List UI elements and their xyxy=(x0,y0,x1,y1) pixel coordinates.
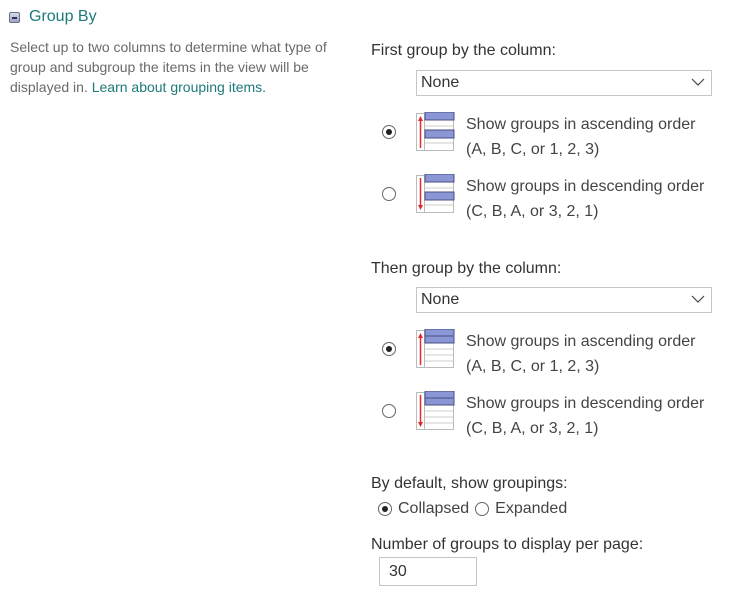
option-subtitle: (A, B, C, or 1, 2, 3) xyxy=(466,358,600,375)
chevron-down-icon xyxy=(691,78,705,86)
then-group-ascending-option[interactable]: Show groups in ascending order (A, B, C,… xyxy=(382,329,732,383)
then-group-select[interactable]: None xyxy=(416,287,712,313)
option-title: Show groups in descending order xyxy=(466,395,705,412)
first-group-ascending-option[interactable]: Show groups in ascending order (A, B, C,… xyxy=(382,112,732,166)
then-group-descending-option[interactable]: Show groups in descending order (C, B, A… xyxy=(382,391,732,445)
option-subtitle: (C, B, A, or 3, 2, 1) xyxy=(466,420,599,437)
sort-ascending-icon xyxy=(416,112,455,151)
sort-descending-icon xyxy=(416,174,455,213)
option-title: Show groups in descending order xyxy=(466,178,705,195)
then-group-descending-radio[interactable] xyxy=(382,404,396,418)
first-group-label: First group by the column: xyxy=(371,42,556,59)
sort-ascending-icon xyxy=(416,329,455,368)
collapsed-label[interactable]: Collapsed xyxy=(398,500,469,518)
group-by-section-toggle[interactable]: Group By xyxy=(9,6,97,28)
then-group-descending-text: Show groups in descending order (C, B, A… xyxy=(466,391,704,441)
first-group-select[interactable]: None xyxy=(416,70,712,96)
then-group-selected: None xyxy=(421,291,460,308)
first-group-ascending-radio[interactable] xyxy=(382,125,396,139)
option-title: Show groups in ascending order xyxy=(466,116,696,133)
first-group-selected: None xyxy=(421,74,460,91)
then-group-ascending-radio[interactable] xyxy=(382,342,396,356)
first-group-descending-option[interactable]: Show groups in descending order (C, B, A… xyxy=(382,174,732,228)
default-groupings-label: By default, show groupings: xyxy=(371,475,568,492)
expanded-label[interactable]: Expanded xyxy=(495,500,567,518)
chevron-down-icon xyxy=(691,295,705,303)
section-description: Select up to two columns to determine wh… xyxy=(10,37,355,97)
option-title: Show groups in ascending order xyxy=(466,333,696,350)
section-title: Group By xyxy=(29,8,97,25)
option-subtitle: (A, B, C, or 1, 2, 3) xyxy=(466,141,600,158)
first-group-ascending-text: Show groups in ascending order (A, B, C,… xyxy=(466,112,695,162)
expanded-radio[interactable] xyxy=(475,502,490,516)
learn-grouping-link[interactable]: Learn about grouping items. xyxy=(92,79,266,95)
option-subtitle: (C, B, A, or 3, 2, 1) xyxy=(466,203,599,220)
groups-per-page-label: Number of groups to display per page: xyxy=(371,536,644,553)
then-group-ascending-text: Show groups in ascending order (A, B, C,… xyxy=(466,329,695,379)
collapsed-radio[interactable] xyxy=(378,502,392,516)
collapse-icon[interactable] xyxy=(9,11,20,23)
first-group-descending-radio[interactable] xyxy=(382,187,396,201)
sort-descending-icon xyxy=(416,391,455,430)
first-group-descending-text: Show groups in descending order (C, B, A… xyxy=(466,174,704,224)
groups-per-page-input[interactable]: 30 xyxy=(379,557,477,586)
then-group-label: Then group by the column: xyxy=(371,260,562,277)
default-groupings-radios: Collapsed Expanded xyxy=(378,500,573,518)
